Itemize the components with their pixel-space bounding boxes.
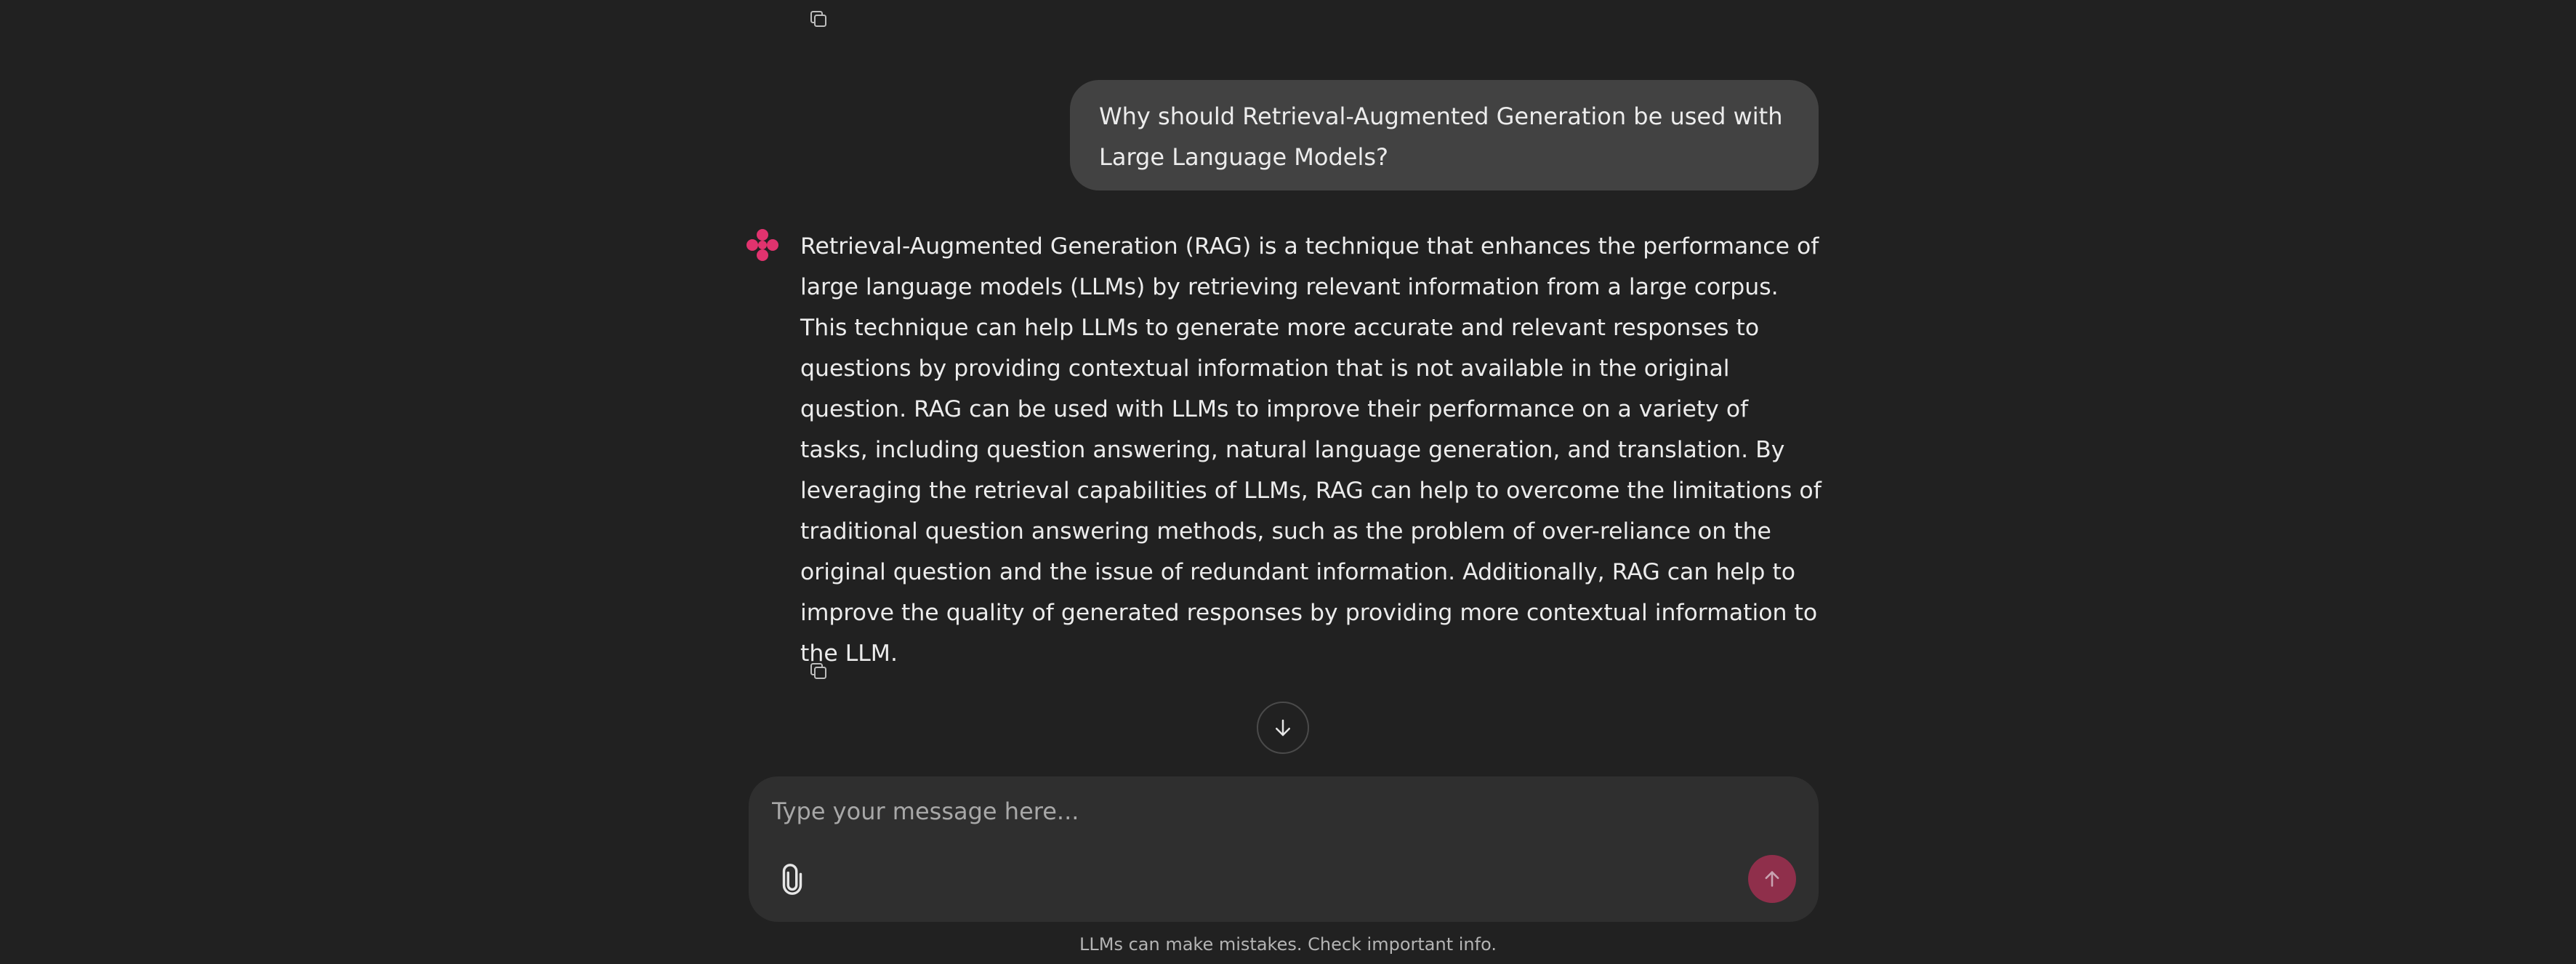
copy-icon [810,11,826,27]
paperclip-icon [782,864,802,895]
message-composer [749,776,1819,922]
send-button[interactable] [1748,855,1796,903]
user-message-bubble: Why should Retrieval-Augmented Generatio… [1070,80,1819,190]
user-message-text: Why should Retrieval-Augmented Generatio… [1099,103,1783,171]
copy-button[interactable] [804,656,833,686]
arrow-up-icon [1765,871,1779,887]
copy-button[interactable] [804,4,833,33]
scroll-to-bottom-button[interactable] [1257,702,1309,754]
disclaimer-text: LLMs can make mistakes. Check important … [1079,934,1497,955]
assistant-logo-icon [746,229,778,261]
message-input[interactable] [772,791,1775,832]
assistant-avatar [746,228,779,262]
attach-file-button[interactable] [773,861,811,899]
arrow-down-icon [1276,719,1290,736]
copy-icon [810,663,826,679]
assistant-message-text: Retrieval-Augmented Generation (RAG) is … [800,233,1822,667]
